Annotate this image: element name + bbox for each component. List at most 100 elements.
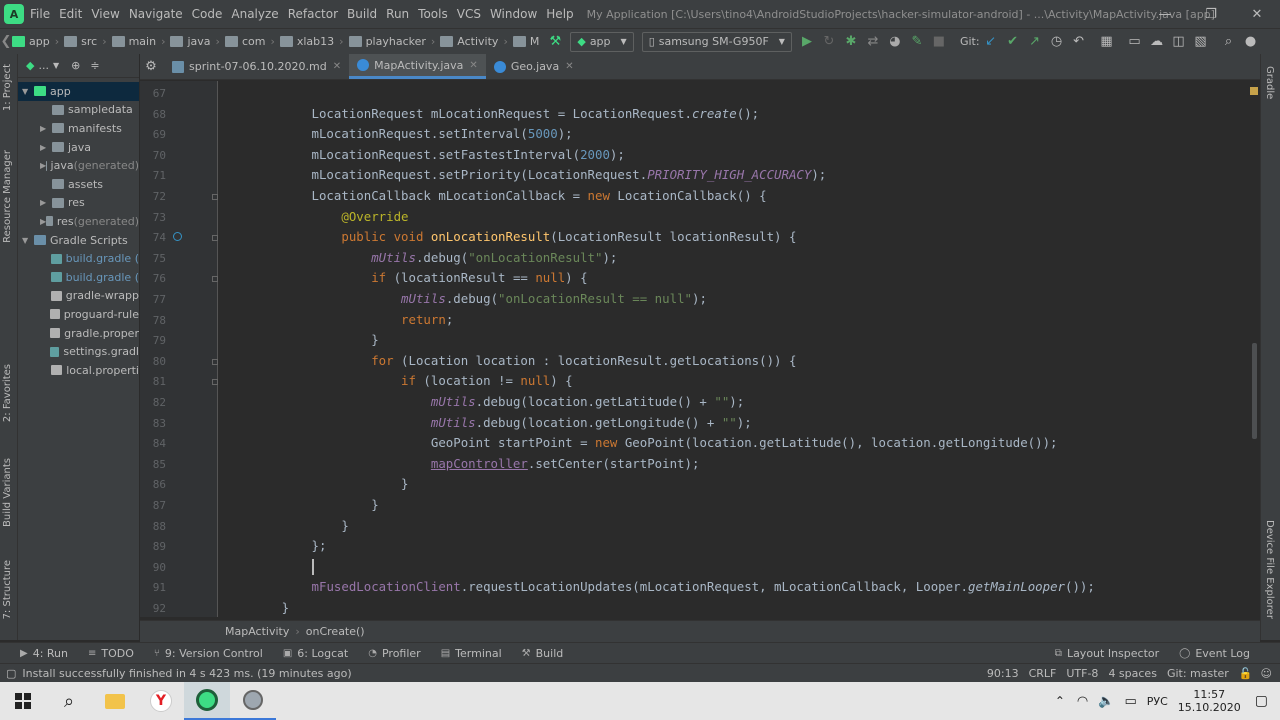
menu-edit[interactable]: Edit (59, 7, 82, 21)
menu-tools[interactable]: Tools (418, 7, 448, 21)
indent-setting[interactable]: 4 spaces (1108, 667, 1157, 680)
breadcrumb-item[interactable]: xlab13 (279, 35, 334, 48)
git-commit-icon[interactable]: ✔ (1002, 31, 1024, 53)
menu-run[interactable]: Run (386, 7, 409, 21)
file-encoding[interactable]: UTF-8 (1066, 667, 1098, 680)
code-line[interactable]: if (locationResult == null) { (222, 270, 587, 285)
tab-device-file-explorer[interactable]: Device File Explorer (1264, 520, 1275, 619)
code-line[interactable]: } (222, 332, 378, 347)
code-line[interactable]: mLocationRequest.setPriority(LocationReq… (222, 167, 827, 182)
run-config-select[interactable]: ◆ app ▼ (570, 31, 634, 52)
code-line[interactable]: mUtils.debug(location.getLatitude() + ""… (222, 394, 744, 409)
close-icon[interactable]: ✕ (1234, 0, 1280, 28)
tree-item[interactable]: ▼ app (18, 82, 139, 101)
stop-icon[interactable]: ■ (928, 31, 950, 53)
tree-item[interactable]: ▶ res (generated) (18, 212, 139, 231)
lock-icon[interactable]: 🔓 (1239, 667, 1253, 680)
tree-item[interactable]: ▶ manifests (18, 119, 139, 138)
tab-resource-manager[interactable]: Resource Manager (2, 150, 13, 243)
override-method-icon[interactable] (173, 232, 182, 242)
attach-debugger-icon[interactable]: ✎ (906, 31, 928, 53)
code-line[interactable]: mLocationRequest.setInterval(5000); (222, 126, 573, 141)
target-icon[interactable]: ⊕ (71, 59, 80, 72)
network-icon[interactable]: ◠ (1077, 694, 1088, 709)
project-view-select[interactable]: ... (38, 59, 49, 72)
chevron-down-icon[interactable]: ▼ (22, 236, 34, 245)
tree-item[interactable]: assets (18, 175, 139, 194)
hammer-icon[interactable]: ⚒ (544, 31, 566, 53)
code-line[interactable]: }; (222, 538, 327, 553)
line-separator[interactable]: CRLF (1029, 667, 1057, 680)
code-line[interactable]: LocationRequest mLocationRequest = Locat… (222, 106, 760, 121)
tool-6-logcat[interactable]: ▣ 6: Logcat (283, 647, 348, 660)
device-manager-icon[interactable]: ◫ (1168, 31, 1190, 53)
menu-file[interactable]: File (30, 7, 50, 21)
tab-favorites[interactable]: 2: Favorites (2, 364, 13, 422)
code-line[interactable]: return; (222, 312, 453, 327)
chevron-up-icon[interactable]: ⌃ (1055, 694, 1065, 708)
apply-changes-icon[interactable]: ⇄ (862, 31, 884, 53)
debug-icon[interactable]: ✱ (840, 31, 862, 53)
editor-tab[interactable]: sprint-07-06.10.2020.md ✕ (164, 54, 349, 79)
close-icon[interactable]: ✕ (469, 60, 477, 71)
code-line[interactable]: if (location != null) { (222, 373, 573, 388)
breadcrumb-item[interactable]: main (111, 35, 156, 48)
breadcrumb-item[interactable]: src (64, 35, 97, 48)
menu-view[interactable]: View (91, 7, 119, 21)
chevron-down-icon[interactable]: ▼ (22, 87, 34, 96)
tree-item[interactable]: ▶ java (generated) (18, 156, 139, 175)
editor-tab[interactable]: MapActivity.java ✕ (349, 54, 486, 79)
volume-icon[interactable]: 🔈 (1098, 694, 1114, 709)
caret-position[interactable]: 90:13 (987, 667, 1019, 680)
file-explorer-icon[interactable] (92, 682, 138, 720)
menu-analyze[interactable]: Analyze (231, 7, 278, 21)
clock[interactable]: 11:57 15.10.2020 (1178, 688, 1241, 714)
maximize-icon[interactable]: ❐ (1188, 0, 1234, 28)
code-line[interactable]: @Override (222, 209, 408, 224)
breadcrumb-item[interactable]: Activity (440, 35, 498, 48)
status-icon[interactable]: ▢ (6, 667, 16, 680)
code-line[interactable]: mUtils.debug("onLocationResult"); (222, 250, 617, 265)
tool-todo[interactable]: ≡ TODO (88, 647, 134, 660)
tab-gradle[interactable]: Gradle (1264, 66, 1275, 99)
device-select[interactable]: ▯ samsung SM-G950F ▼ (641, 31, 792, 52)
tree-item[interactable]: local.properti (18, 361, 139, 380)
rerun-icon[interactable]: ↻ (818, 31, 840, 53)
windows-start-icon[interactable] (0, 682, 46, 720)
search-icon[interactable]: ⌕ (1218, 31, 1240, 53)
menu-window[interactable]: Window (490, 7, 537, 21)
code-line[interactable]: } (222, 600, 289, 615)
menu-help[interactable]: Help (546, 7, 573, 21)
code-line[interactable]: mapController.setCenter(startPoint); (222, 456, 700, 471)
close-icon[interactable]: ✕ (565, 61, 573, 72)
tool-9-version-control[interactable]: ⑂ 9: Version Control (154, 647, 263, 660)
tree-item[interactable]: gradle.proper (18, 324, 139, 343)
tool-event-log[interactable]: ◯ Event Log (1179, 647, 1250, 660)
layout-icon[interactable]: ▧ (1190, 31, 1212, 53)
breadcrumb-method[interactable]: onCreate() (306, 625, 365, 638)
code-line[interactable]: } (222, 518, 348, 533)
face-icon[interactable]: ☺ (1261, 667, 1272, 680)
tool-build[interactable]: ⚒ Build (522, 647, 564, 660)
breadcrumb-item[interactable]: M (512, 35, 539, 48)
nav-back-icon[interactable]: ❮ (0, 31, 12, 53)
breadcrumb-item[interactable]: playhacker (348, 35, 426, 48)
code-line[interactable]: } (222, 476, 408, 491)
breadcrumb-item[interactable]: java (170, 35, 211, 48)
run-icon[interactable]: ▶ (796, 31, 818, 53)
tool-4-run[interactable]: ▶ 4: Run (20, 647, 68, 660)
chevron-right-icon[interactable]: ▶ (40, 124, 52, 133)
warning-marker-icon[interactable] (1250, 87, 1258, 95)
git-push-icon[interactable]: ↗ (1024, 31, 1046, 53)
tree-item[interactable]: gradle-wrapp (18, 287, 139, 306)
history-icon[interactable]: ◷ (1046, 31, 1068, 53)
breadcrumb-item[interactable]: app (12, 35, 50, 48)
code-line[interactable]: mFusedLocationClient.requestLocationUpda… (222, 579, 1095, 594)
minimize-icon[interactable]: — (1142, 0, 1188, 28)
tree-item[interactable]: build.gradle ( (18, 249, 139, 268)
tree-item[interactable]: sampledata (18, 101, 139, 120)
yandex-browser-icon[interactable]: Y (138, 682, 184, 720)
tree-item[interactable]: ▼ Gradle Scripts (18, 231, 139, 250)
sdk-manager-icon[interactable]: ▭ (1124, 31, 1146, 53)
breadcrumb-class[interactable]: MapActivity (225, 625, 289, 638)
